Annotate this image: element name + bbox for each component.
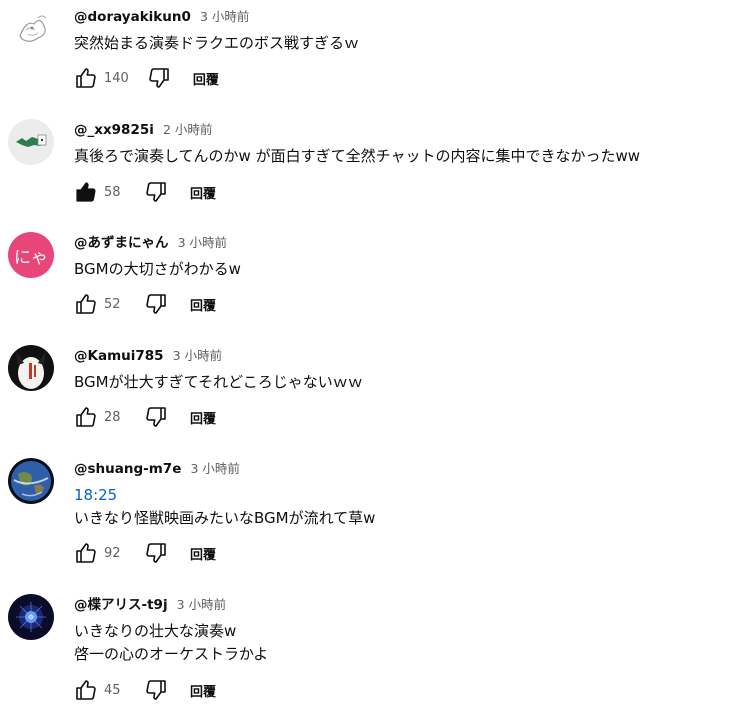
like-count: 92 — [104, 545, 121, 561]
dislike-button[interactable] — [147, 66, 171, 90]
reply-button[interactable]: 回覆 — [190, 408, 216, 427]
reply-button[interactable]: 回覆 — [193, 69, 219, 88]
reply-button[interactable]: 回覆 — [190, 183, 216, 202]
like-count: 58 — [104, 184, 121, 200]
character-avatar-icon — [8, 345, 54, 391]
thumb-up-icon — [76, 407, 96, 427]
comment-line: 真後ろで演奏してんのかw が面白すぎて全然チャットの内容に集中できなかったww — [74, 147, 640, 165]
avatar[interactable] — [8, 594, 54, 640]
sketch-avatar-icon — [8, 6, 54, 52]
comment-line: 突然始まる演奏ドラクエのボス戦すぎるｗ — [74, 34, 360, 52]
like-button[interactable] — [74, 66, 98, 90]
comment-line: いきなりの壮大な演奏w — [74, 622, 237, 640]
thumb-up-filled-icon — [76, 182, 96, 202]
thumb-up-icon — [76, 68, 96, 88]
comment-line: 啓一の心のオーケストラかよ — [74, 645, 269, 663]
comment-time[interactable]: 3 小時前 — [200, 9, 249, 24]
thumb-down-icon — [149, 68, 169, 88]
avatar[interactable]: にゃ — [8, 232, 54, 278]
comment-time[interactable]: 3 小時前 — [178, 235, 227, 250]
earth-avatar-icon — [8, 458, 54, 504]
like-count: 28 — [104, 409, 121, 425]
comment-text: BGMの大切さがわかるw — [74, 258, 729, 281]
like-count: 45 — [104, 682, 121, 698]
dislike-button[interactable] — [144, 541, 168, 565]
comment-author[interactable]: @楪アリス-t9j — [74, 597, 168, 613]
like-count: 52 — [104, 296, 121, 312]
comment-text: 真後ろで演奏してんのかw が面白すぎて全然チャットの内容に集中できなかったww — [74, 145, 729, 168]
comment-text: 突然始まる演奏ドラクエのボス戦すぎるｗ — [74, 32, 729, 55]
thumb-down-icon — [146, 543, 166, 563]
comment-author[interactable]: @あずまにゃん — [74, 235, 169, 251]
green-creature-avatar-icon — [8, 119, 54, 165]
thumb-up-icon — [76, 543, 96, 563]
avatar[interactable] — [8, 458, 54, 504]
like-button[interactable] — [74, 180, 98, 204]
avatar-text: にゃ — [14, 247, 48, 268]
like-button[interactable] — [74, 405, 98, 429]
like-count: 140 — [104, 70, 129, 86]
comment-line: BGMが壮大すぎてそれどころじゃないｗｗ — [74, 373, 363, 391]
comment-text: BGMが壮大すぎてそれどころじゃないｗｗ — [74, 371, 729, 394]
avatar[interactable] — [8, 6, 54, 52]
reply-button[interactable]: 回覆 — [190, 544, 216, 563]
dislike-button[interactable] — [144, 678, 168, 702]
like-button[interactable] — [74, 292, 98, 316]
dislike-button[interactable] — [144, 180, 168, 204]
thumb-up-icon — [76, 294, 96, 314]
comment-text: いきなりの壮大な演奏w 啓一の心のオーケストラかよ — [74, 620, 729, 666]
comment-line: BGMの大切さがわかるw — [74, 260, 241, 278]
galaxy-avatar-icon — [8, 594, 54, 640]
thumb-down-icon — [146, 182, 166, 202]
comment-time[interactable]: 3 小時前 — [177, 597, 226, 612]
comment-author[interactable]: @shuang-m7e — [74, 461, 181, 477]
comment-time[interactable]: 3 小時前 — [190, 461, 239, 476]
dislike-button[interactable] — [144, 292, 168, 316]
comment-author[interactable]: @_xx9825i — [74, 122, 154, 138]
reply-button[interactable]: 回覆 — [190, 681, 216, 700]
reply-button[interactable]: 回覆 — [190, 295, 216, 314]
thumb-up-icon — [76, 680, 96, 700]
thumb-down-icon — [146, 294, 166, 314]
comment-author[interactable]: @Kamui785 — [74, 348, 164, 364]
thumb-down-icon — [146, 407, 166, 427]
thumb-down-icon — [146, 680, 166, 700]
comment-time[interactable]: 2 小時前 — [163, 122, 212, 137]
comment-text: 18:25 いきなり怪獣映画みたいなBGMが流れて草w — [74, 484, 729, 530]
avatar[interactable] — [8, 345, 54, 391]
like-button[interactable] — [74, 678, 98, 702]
comment-time[interactable]: 3 小時前 — [173, 348, 222, 363]
timestamp-link[interactable]: 18:25 — [74, 484, 729, 507]
avatar[interactable] — [8, 119, 54, 165]
comment-line: いきなり怪獣映画みたいなBGMが流れて草w — [74, 509, 376, 527]
dislike-button[interactable] — [144, 405, 168, 429]
like-button[interactable] — [74, 541, 98, 565]
comment-author[interactable]: @dorayakikun0 — [74, 9, 191, 25]
